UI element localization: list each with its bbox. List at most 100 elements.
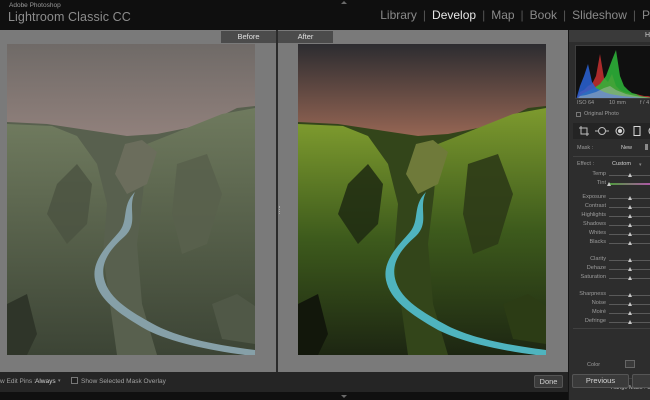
original-photo-label: Original Photo	[584, 111, 619, 117]
module-map[interactable]: Map	[491, 8, 514, 22]
slider-track[interactable]	[609, 183, 650, 185]
slider-row: Temp	[569, 171, 650, 180]
canyon-before-image	[7, 44, 255, 355]
after-label: After	[278, 31, 333, 43]
slider-label: Whites	[588, 230, 606, 236]
slider-row: Exposure	[569, 194, 650, 203]
slider-label: Saturation	[580, 274, 607, 280]
slider-thumb[interactable]	[628, 241, 632, 245]
slider-row: Sharpness	[569, 291, 650, 300]
slider-label: Defringe	[584, 318, 606, 324]
slider-row: Moiré	[569, 309, 650, 318]
module-book[interactable]: Book	[530, 8, 557, 22]
slider-thumb[interactable]	[628, 173, 632, 177]
module-picker: Library | Develop | Map | Book | Slidesh…	[380, 0, 650, 30]
mask-new-button[interactable]: New	[621, 145, 632, 151]
slider-row: Noise	[569, 300, 650, 309]
slider-row: Dehaze	[569, 265, 650, 274]
slider-row: Blacks	[569, 239, 650, 248]
slider-label: Sharpness	[579, 291, 606, 297]
module-develop[interactable]: Develop	[432, 8, 476, 22]
reset-button[interactable]	[632, 374, 650, 388]
module-print[interactable]: P	[642, 8, 650, 22]
collapse-filmstrip-icon[interactable]	[341, 395, 347, 398]
slider-thumb[interactable]	[628, 205, 632, 209]
slider-label: Clarity	[590, 256, 606, 262]
original-photo-toggle[interactable]: Original Photo	[576, 111, 619, 117]
color-label: Color	[587, 362, 601, 368]
edit-pins-select[interactable]: Always	[35, 378, 56, 385]
slider-row: Contrast	[569, 203, 650, 212]
graduated-filter-icon[interactable]	[633, 126, 641, 136]
slider-label: Exposure	[582, 194, 606, 200]
before-after-viewer: Before After	[0, 30, 568, 372]
module-separator: |	[520, 8, 524, 22]
brand-subtitle: Adobe Photoshop	[9, 2, 61, 9]
spot-removal-icon[interactable]	[595, 126, 609, 136]
slider-thumb[interactable]	[628, 258, 632, 262]
slider-thumb[interactable]	[628, 232, 632, 236]
slider-label: Contrast	[584, 203, 606, 209]
crop-icon[interactable]	[579, 126, 589, 136]
original-photo-checkbox[interactable]	[576, 111, 581, 117]
module-slideshow[interactable]: Slideshow	[572, 8, 627, 22]
module-separator: |	[632, 8, 636, 22]
slider-thumb[interactable]	[628, 196, 632, 200]
effect-preset-select[interactable]: Custom	[612, 161, 631, 167]
histogram-graph	[576, 50, 650, 98]
slider-thumb[interactable]	[628, 267, 632, 271]
effect-label: Effect :	[577, 161, 595, 167]
red-eye-icon[interactable]	[615, 126, 625, 136]
mask-label: Mask :	[577, 145, 594, 151]
histogram[interactable]	[575, 45, 650, 99]
after-photo[interactable]	[298, 44, 546, 355]
slider-row: Tint	[569, 180, 650, 189]
panel-divider	[573, 156, 650, 157]
slider-label: Noise	[591, 300, 606, 306]
module-separator: |	[482, 8, 486, 22]
right-panel: H ISO 64 10 mm f / 4 Original Photo Mask…	[568, 30, 650, 400]
module-separator: |	[563, 8, 567, 22]
collapse-top-panel-icon[interactable]	[341, 1, 347, 4]
mask-overlay-checkbox[interactable]	[71, 377, 78, 384]
slider-thumb[interactable]	[628, 311, 632, 315]
slider-row: Whites	[569, 230, 650, 239]
before-label: Before	[221, 31, 276, 43]
slider-label: Moiré	[592, 309, 606, 315]
previous-button[interactable]: Previous	[572, 374, 629, 388]
iso-readout: ISO 64	[577, 100, 595, 106]
slider-thumb[interactable]	[607, 182, 611, 186]
before-photo[interactable]	[7, 44, 255, 355]
slider-label: Shadows	[582, 221, 606, 227]
slider-label: Tint	[596, 180, 606, 186]
effect-caret-icon[interactable]: ▾	[639, 162, 642, 168]
focal-length-readout: 10 mm	[609, 100, 626, 106]
done-button[interactable]: Done	[534, 375, 563, 388]
module-library[interactable]: Library	[380, 8, 417, 22]
viewer-splitter[interactable]	[276, 30, 278, 372]
slider-thumb[interactable]	[628, 302, 632, 306]
histogram-header[interactable]: H	[569, 30, 650, 42]
slider-thumb[interactable]	[628, 223, 632, 227]
mask-edit-icon[interactable]	[645, 144, 648, 150]
mask-overlay-label: Show Selected Mask Overlay	[81, 378, 166, 385]
splitter-grip-icon[interactable]	[279, 206, 280, 214]
aperture-readout: f / 4	[640, 100, 650, 106]
slider-thumb[interactable]	[628, 276, 632, 280]
panel-divider	[573, 328, 650, 329]
slider-thumb[interactable]	[628, 293, 632, 297]
slider-thumb[interactable]	[628, 214, 632, 218]
slider-label: Temp	[592, 171, 606, 177]
slider-label: Blacks	[589, 239, 606, 245]
slider-row: Highlights	[569, 212, 650, 221]
canyon-after-image	[298, 44, 546, 355]
slider-thumb[interactable]	[628, 320, 632, 324]
dropdown-caret-icon[interactable]: ▾	[58, 378, 61, 384]
slider-row: Defringe	[569, 318, 650, 327]
bottom-toolbar: w Edit Pins : Always ▾ Show Selected Mas…	[0, 372, 568, 392]
slider-row: Saturation	[569, 274, 650, 283]
color-swatch[interactable]	[625, 360, 635, 368]
edit-pins-label: w Edit Pins :	[0, 378, 36, 385]
histogram-title: H	[645, 32, 650, 39]
filmstrip-bar	[0, 392, 650, 400]
